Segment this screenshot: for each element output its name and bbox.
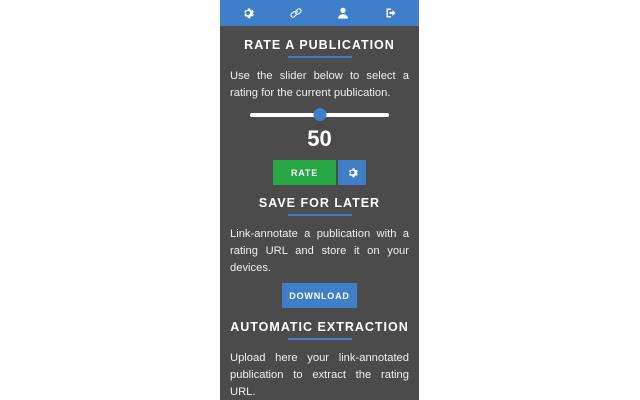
rate-button-group: RATE: [230, 160, 409, 185]
extension-popup: RATE A PUBLICATION Use the slider below …: [220, 0, 419, 400]
save-section: SAVE FOR LATER Link-annotate a publicati…: [230, 185, 409, 308]
sign-out-icon: [386, 8, 396, 18]
popup-content: RATE A PUBLICATION Use the slider below …: [220, 26, 419, 400]
rate-heading: RATE A PUBLICATION: [244, 38, 395, 52]
extract-description: Upload here your link-annotated publicat…: [230, 352, 409, 398]
gear-icon: [244, 8, 254, 19]
save-heading: SAVE FOR LATER: [258, 196, 381, 210]
extract-section: AUTOMATIC EXTRACTION Upload here your li…: [230, 308, 409, 400]
link-icon: [290, 8, 302, 18]
heading-divider: [287, 56, 352, 58]
save-description: Link-annotate a publication with a ratin…: [230, 228, 409, 274]
heading-divider: [287, 338, 352, 340]
rate-section: RATE A PUBLICATION Use the slider below …: [230, 26, 409, 185]
download-button[interactable]: DOWNLOAD: [282, 283, 357, 308]
rate-button[interactable]: RATE: [273, 160, 336, 185]
link-nav-button[interactable]: [285, 2, 307, 24]
sign-out-nav-button[interactable]: [380, 2, 402, 24]
user-icon: [338, 7, 349, 19]
gear-icon: [348, 168, 358, 178]
rate-description: Use the slider below to select a rating …: [230, 70, 409, 99]
heading-divider: [287, 214, 352, 216]
rating-value: 50: [307, 126, 332, 151]
extract-heading: AUTOMATIC EXTRACTION: [230, 320, 409, 334]
settings-nav-button[interactable]: [237, 2, 259, 24]
rating-slider[interactable]: [250, 108, 389, 122]
rating-settings-button[interactable]: [338, 160, 366, 185]
user-nav-button[interactable]: [332, 2, 354, 24]
top-navbar: [220, 0, 419, 26]
slider-thumb[interactable]: [313, 108, 326, 121]
download-row: DOWNLOAD: [230, 283, 409, 308]
